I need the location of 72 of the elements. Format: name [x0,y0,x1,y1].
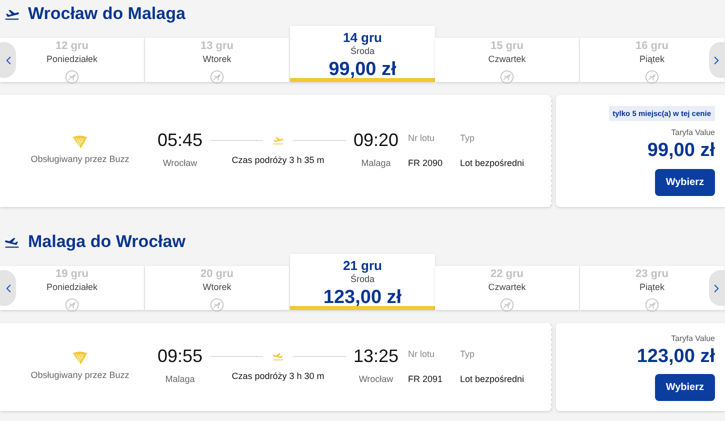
day-price: 99,00 zł [328,58,396,82]
date-tab[interactable]: 22 gru Czwartek [435,266,580,310]
fare-price: 123,00 zł [636,344,715,368]
date-label: 19 gru [55,268,88,282]
type-label: Typ [460,348,476,361]
date-label: 15 gru [490,40,524,54]
no-flight-icon [210,298,224,312]
plane-icon [271,350,285,362]
departure-city: Wrocław [162,157,198,170]
weekday-label: Piątek [639,54,664,65]
departure-time: 09:55 [157,347,203,366]
arrival-time: 09:20 [353,131,399,150]
date-label: 16 gru [635,40,668,54]
weekday-label: Piątek [639,282,664,293]
no-flight-icon [210,70,224,84]
arrival-city: Wrocław [358,373,394,386]
weekday-label: Środa [350,274,375,286]
section-title: Wrocław do Malaga [28,3,186,26]
type-label: Typ [460,132,476,145]
date-label: 20 gru [200,268,234,282]
flight-number: FR 2091 [408,373,444,386]
harp-logo-icon [72,135,88,150]
weekday-label: Wtorek [202,54,232,65]
no-flight-icon [645,70,659,84]
harp-logo-icon [72,351,88,366]
weekday-label: Wtorek [202,282,232,293]
weekday-label: Poniedziałek [46,282,98,293]
date-tab[interactable]: 23 gru Piątek [580,266,725,310]
weekday-label: Poniedziałek [46,54,98,65]
departure-city: Malaga [165,373,195,386]
weekday-label: Środa [350,46,375,58]
flight-number: FR 2090 [408,157,444,170]
date-label: 13 gru [200,40,234,54]
date-label: 14 gru [342,30,382,46]
fare-price: 99,00 zł [647,139,715,163]
duration-label: Czas podróży 3 h 35 m [232,154,324,168]
no-flight-icon [500,298,514,312]
date-tab[interactable]: 19 gru Poniedziałek [0,266,145,310]
date-label: 23 gru [635,268,668,282]
date-label: 22 gru [490,268,524,282]
flight-type: Lot bezpośredni [460,373,524,386]
flight-number-label: Nr lotu [408,132,436,144]
plane-icon [271,134,285,146]
no-flight-icon [645,298,659,312]
weekday-label: Czwartek [488,54,526,65]
departure-time: 05:45 [157,131,203,150]
duration-label: Czas podróży 3 h 30 m [232,370,324,384]
day-price: 123,00 zł [323,286,402,310]
weekday-label: Czwartek [488,282,526,293]
date-tab[interactable]: 20 gru Wtorek [145,266,290,310]
date-tab[interactable]: 15 gru Czwartek [435,38,580,82]
date-label: 12 gru [55,40,88,54]
no-flight-icon [65,298,79,312]
section-title: Malaga do Wrocław [28,231,186,254]
date-tab[interactable]: 16 gru Piątek [580,38,725,82]
date-tab[interactable]: 12 gru Poniedziałek [0,38,145,82]
flight-type: Lot bezpośredni [460,157,524,170]
no-flight-icon [500,70,514,84]
operator-label: Obsługiwany przez Buzz [30,153,130,166]
fare-label: Taryfa Value [671,332,715,345]
select-button[interactable]: Wybierz [654,169,715,196]
operator-label: Obsługiwany przez Buzz [30,369,130,382]
arrival-time: 13:25 [353,347,399,366]
no-flight-icon [65,70,79,84]
date-tab[interactable]: 14 gru Środa 99,00 zł [290,26,435,82]
flight-number-label: Nr lotu [408,348,436,360]
select-button[interactable]: Wybierz [654,374,715,402]
date-label: 21 gru [342,258,382,274]
fare-label: Taryfa Value [671,127,715,140]
arrival-city: Malaga [361,157,391,170]
date-tab[interactable]: 21 gru Środa 123,00 zł [290,254,435,310]
date-tab[interactable]: 13 gru Wtorek [145,38,290,82]
